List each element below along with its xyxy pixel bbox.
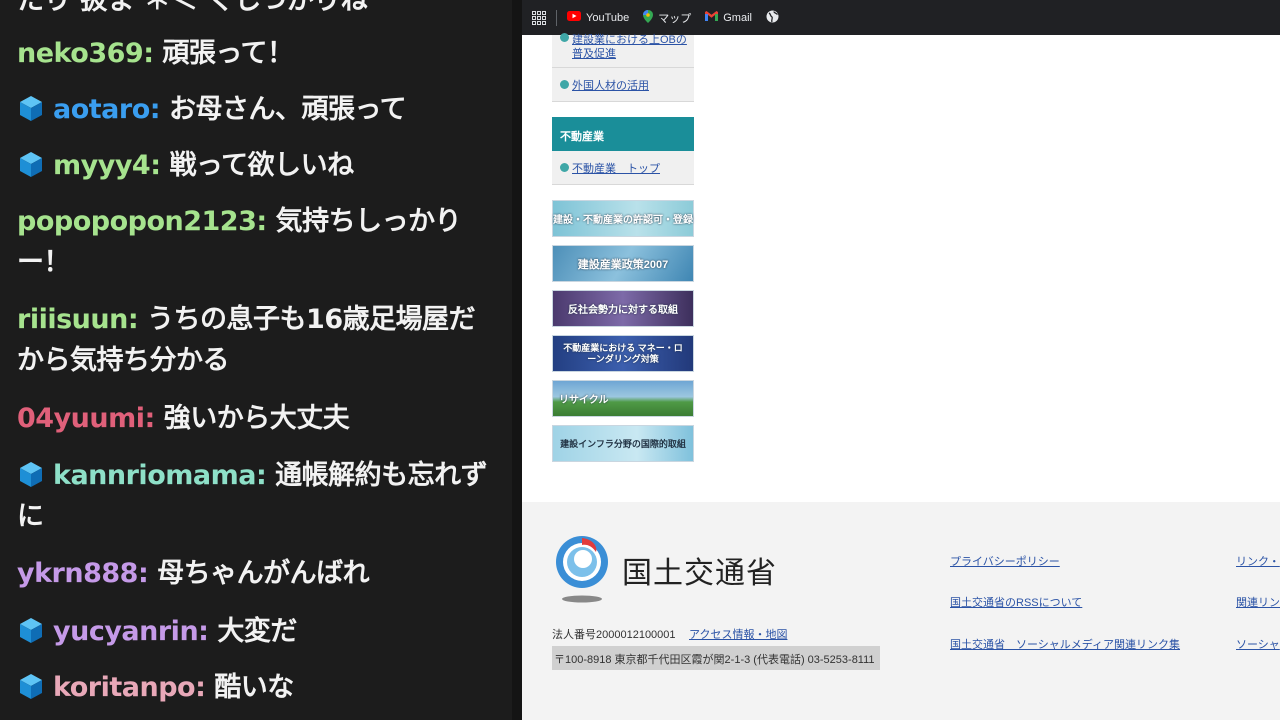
chat-username[interactable]: neko369: [17, 38, 144, 69]
member-cube-icon: [17, 459, 45, 487]
banner-money-laundering[interactable]: 不動産業における マネー・ローンダリング対策: [552, 335, 694, 372]
chat-message: riiisuun: うちの息子も16歳足場屋だから気持ち分かる: [17, 299, 497, 381]
chat-message: kannriomama: 通帳解約も忘れずに: [17, 455, 497, 537]
org-name-logo-text: 国土交通省: [622, 557, 777, 590]
panel-divider: [512, 0, 522, 720]
footer-link-social[interactable]: 国土交通省 ソーシャルメディア関連リンク集: [950, 636, 1180, 652]
footer-link-social-cut[interactable]: ソーシャ: [1236, 636, 1280, 652]
chat-message: aotaro: お母さん、頑張って: [17, 89, 497, 130]
bookmark-globe[interactable]: [766, 10, 784, 26]
chat-username[interactable]: aotaro: [53, 94, 150, 125]
member-cube-icon: [17, 671, 45, 699]
bullet-icon: [560, 33, 569, 42]
member-cube-icon: [17, 149, 45, 177]
footer-link-privacy[interactable]: プライバシーポリシー: [950, 553, 1060, 569]
footer-link-rss[interactable]: 国土交通省のRSSについて: [950, 594, 1082, 610]
bookmark-gmail[interactable]: Gmail: [705, 11, 752, 24]
chat-username[interactable]: riiisuun: [17, 304, 128, 335]
maps-pin-icon: [643, 9, 654, 26]
chat-message-text: 頑張って！: [162, 38, 294, 69]
bullet-icon: [560, 163, 569, 172]
sidebar-item-foreign[interactable]: 外国人材の活用: [552, 68, 694, 102]
banner-international-label: 建設インフラ分野の国際的取組: [560, 439, 686, 449]
chat-message-text: 大変だ: [217, 616, 297, 647]
chat-message: popopopon2123: 気持ちしっかりー！: [17, 201, 497, 283]
banner-policy-2007-label: 建設産業政策2007: [577, 258, 669, 271]
bookmark-maps-label: マップ: [658, 12, 692, 25]
sidebar-item-realestate-top[interactable]: 不動産業 トップ: [552, 151, 694, 185]
access-map-link[interactable]: アクセス情報・地図: [689, 626, 787, 642]
banner-policy-2007[interactable]: 建設産業政策2007: [552, 245, 694, 282]
chat-username[interactable]: myyy4: [53, 150, 151, 181]
chat-username-separator: :: [256, 206, 276, 237]
chat-username-separator: :: [195, 672, 215, 703]
member-cube-icon: [17, 93, 45, 121]
chat-message-text: 強いから大丈夫: [163, 403, 350, 434]
banner-license-label: 建設・不動産業の許認可・登録: [553, 215, 693, 226]
chat-message: myyy4: 戦って欲しいね: [17, 145, 497, 186]
banner-recycle-label: リサイクル: [559, 395, 609, 406]
page-footer: 国土交通省 法人番号2000012100001 アクセス情報・地図 〒100-8…: [522, 502, 1280, 720]
chat-username-separator: :: [149, 94, 169, 125]
chat-username[interactable]: koritanpo: [53, 672, 196, 703]
chat-username-separator: :: [255, 460, 276, 491]
youtube-icon: [567, 11, 581, 24]
chat-panel: たり 扱ま ＊＜ くしつかりね neko369: 頑張って！ aotaro: お母…: [0, 0, 512, 720]
chat-username-separator: :: [144, 403, 164, 434]
sidebar-link-cut-line2[interactable]: 普及促進: [572, 45, 616, 61]
bullet-icon: [560, 80, 569, 89]
footer-link-links-cut[interactable]: リンク・: [1236, 553, 1280, 569]
chat-message: 04yuumi: 強いから大丈夫: [17, 398, 497, 439]
bookmarks-bar: YouTube マップ Gmail: [522, 0, 1280, 35]
bookmark-gmail-label: Gmail: [723, 11, 752, 24]
chat-message: neko369: 頑張って！: [17, 33, 497, 74]
banner-recycle[interactable]: リサイクル: [552, 380, 694, 417]
bookmarks-separator: [556, 9, 557, 26]
chat-message: yucyanrin: 大変だ: [17, 611, 497, 652]
chat-username-separator: :: [127, 304, 148, 335]
apps-grid-icon[interactable]: [532, 10, 546, 25]
footer-link-related-cut[interactable]: 関連リン: [1236, 594, 1280, 610]
bookmark-youtube-label: YouTube: [586, 11, 630, 24]
sidebar-link-realestate-top[interactable]: 不動産業 トップ: [572, 160, 660, 176]
banner-antisocial[interactable]: 反社会勢力に対する取組: [552, 290, 694, 327]
chat-username[interactable]: yucyanrin: [53, 616, 199, 647]
corporate-number: 法人番号2000012100001: [552, 629, 676, 641]
address-text: 〒100-8918 東京都千代田区霞が関2-1-3 (代表電話) 03-5253…: [552, 646, 880, 670]
sidebar-link-foreign[interactable]: 外国人材の活用: [572, 77, 649, 93]
bookmark-maps[interactable]: マップ: [643, 9, 692, 26]
chat-username[interactable]: ykrn888: [17, 558, 138, 589]
banner-antisocial-label: 反社会勢力に対する取組: [568, 305, 678, 316]
chat-message-text: 戦って欲しいね: [169, 150, 354, 181]
chat-username-separator: :: [137, 558, 158, 589]
sidebar-item-cut[interactable]: 建設業における上OBの 普及促進: [552, 33, 694, 68]
chat-username-separator: :: [143, 38, 163, 69]
chat-message: koritanpo: 酷いな: [17, 667, 497, 708]
browser-window: YouTube マップ Gmail 建設業における上OBの 普及促進 外国人材の…: [522, 0, 1280, 720]
banner-international[interactable]: 建設インフラ分野の国際的取組: [552, 425, 694, 462]
bookmark-youtube[interactable]: YouTube: [567, 11, 629, 24]
globe-icon: [766, 10, 779, 26]
chat-username[interactable]: kannriomama: [53, 460, 256, 491]
chat-message-text: 母ちゃんがんばれ: [157, 558, 370, 589]
banner-money-laundering-label: 不動産業における マネー・ローンダリング対策: [563, 342, 683, 364]
member-cube-icon: [17, 615, 45, 643]
chat-message-text: 酷いな: [214, 672, 294, 703]
gmail-icon: [705, 11, 719, 24]
chat-username[interactable]: 04yuumi: [17, 403, 145, 434]
chat-username-separator: :: [198, 616, 218, 647]
banner-license[interactable]: 建設・不動産業の許認可・登録: [552, 200, 694, 237]
chat-username[interactable]: popopopon2123: [17, 206, 257, 237]
chat-message: ykrn888: 母ちゃんがんばれ: [17, 553, 497, 594]
chat-message-text: お母さん、頑張って: [168, 94, 407, 125]
mlit-logo-icon: [552, 536, 612, 608]
chat-username-separator: :: [150, 150, 170, 181]
sidebar-category-heading: 不動産業: [552, 117, 694, 151]
chat-message-cut-off: たり 扱ま ＊＜ くしつかりね: [17, 0, 368, 16]
